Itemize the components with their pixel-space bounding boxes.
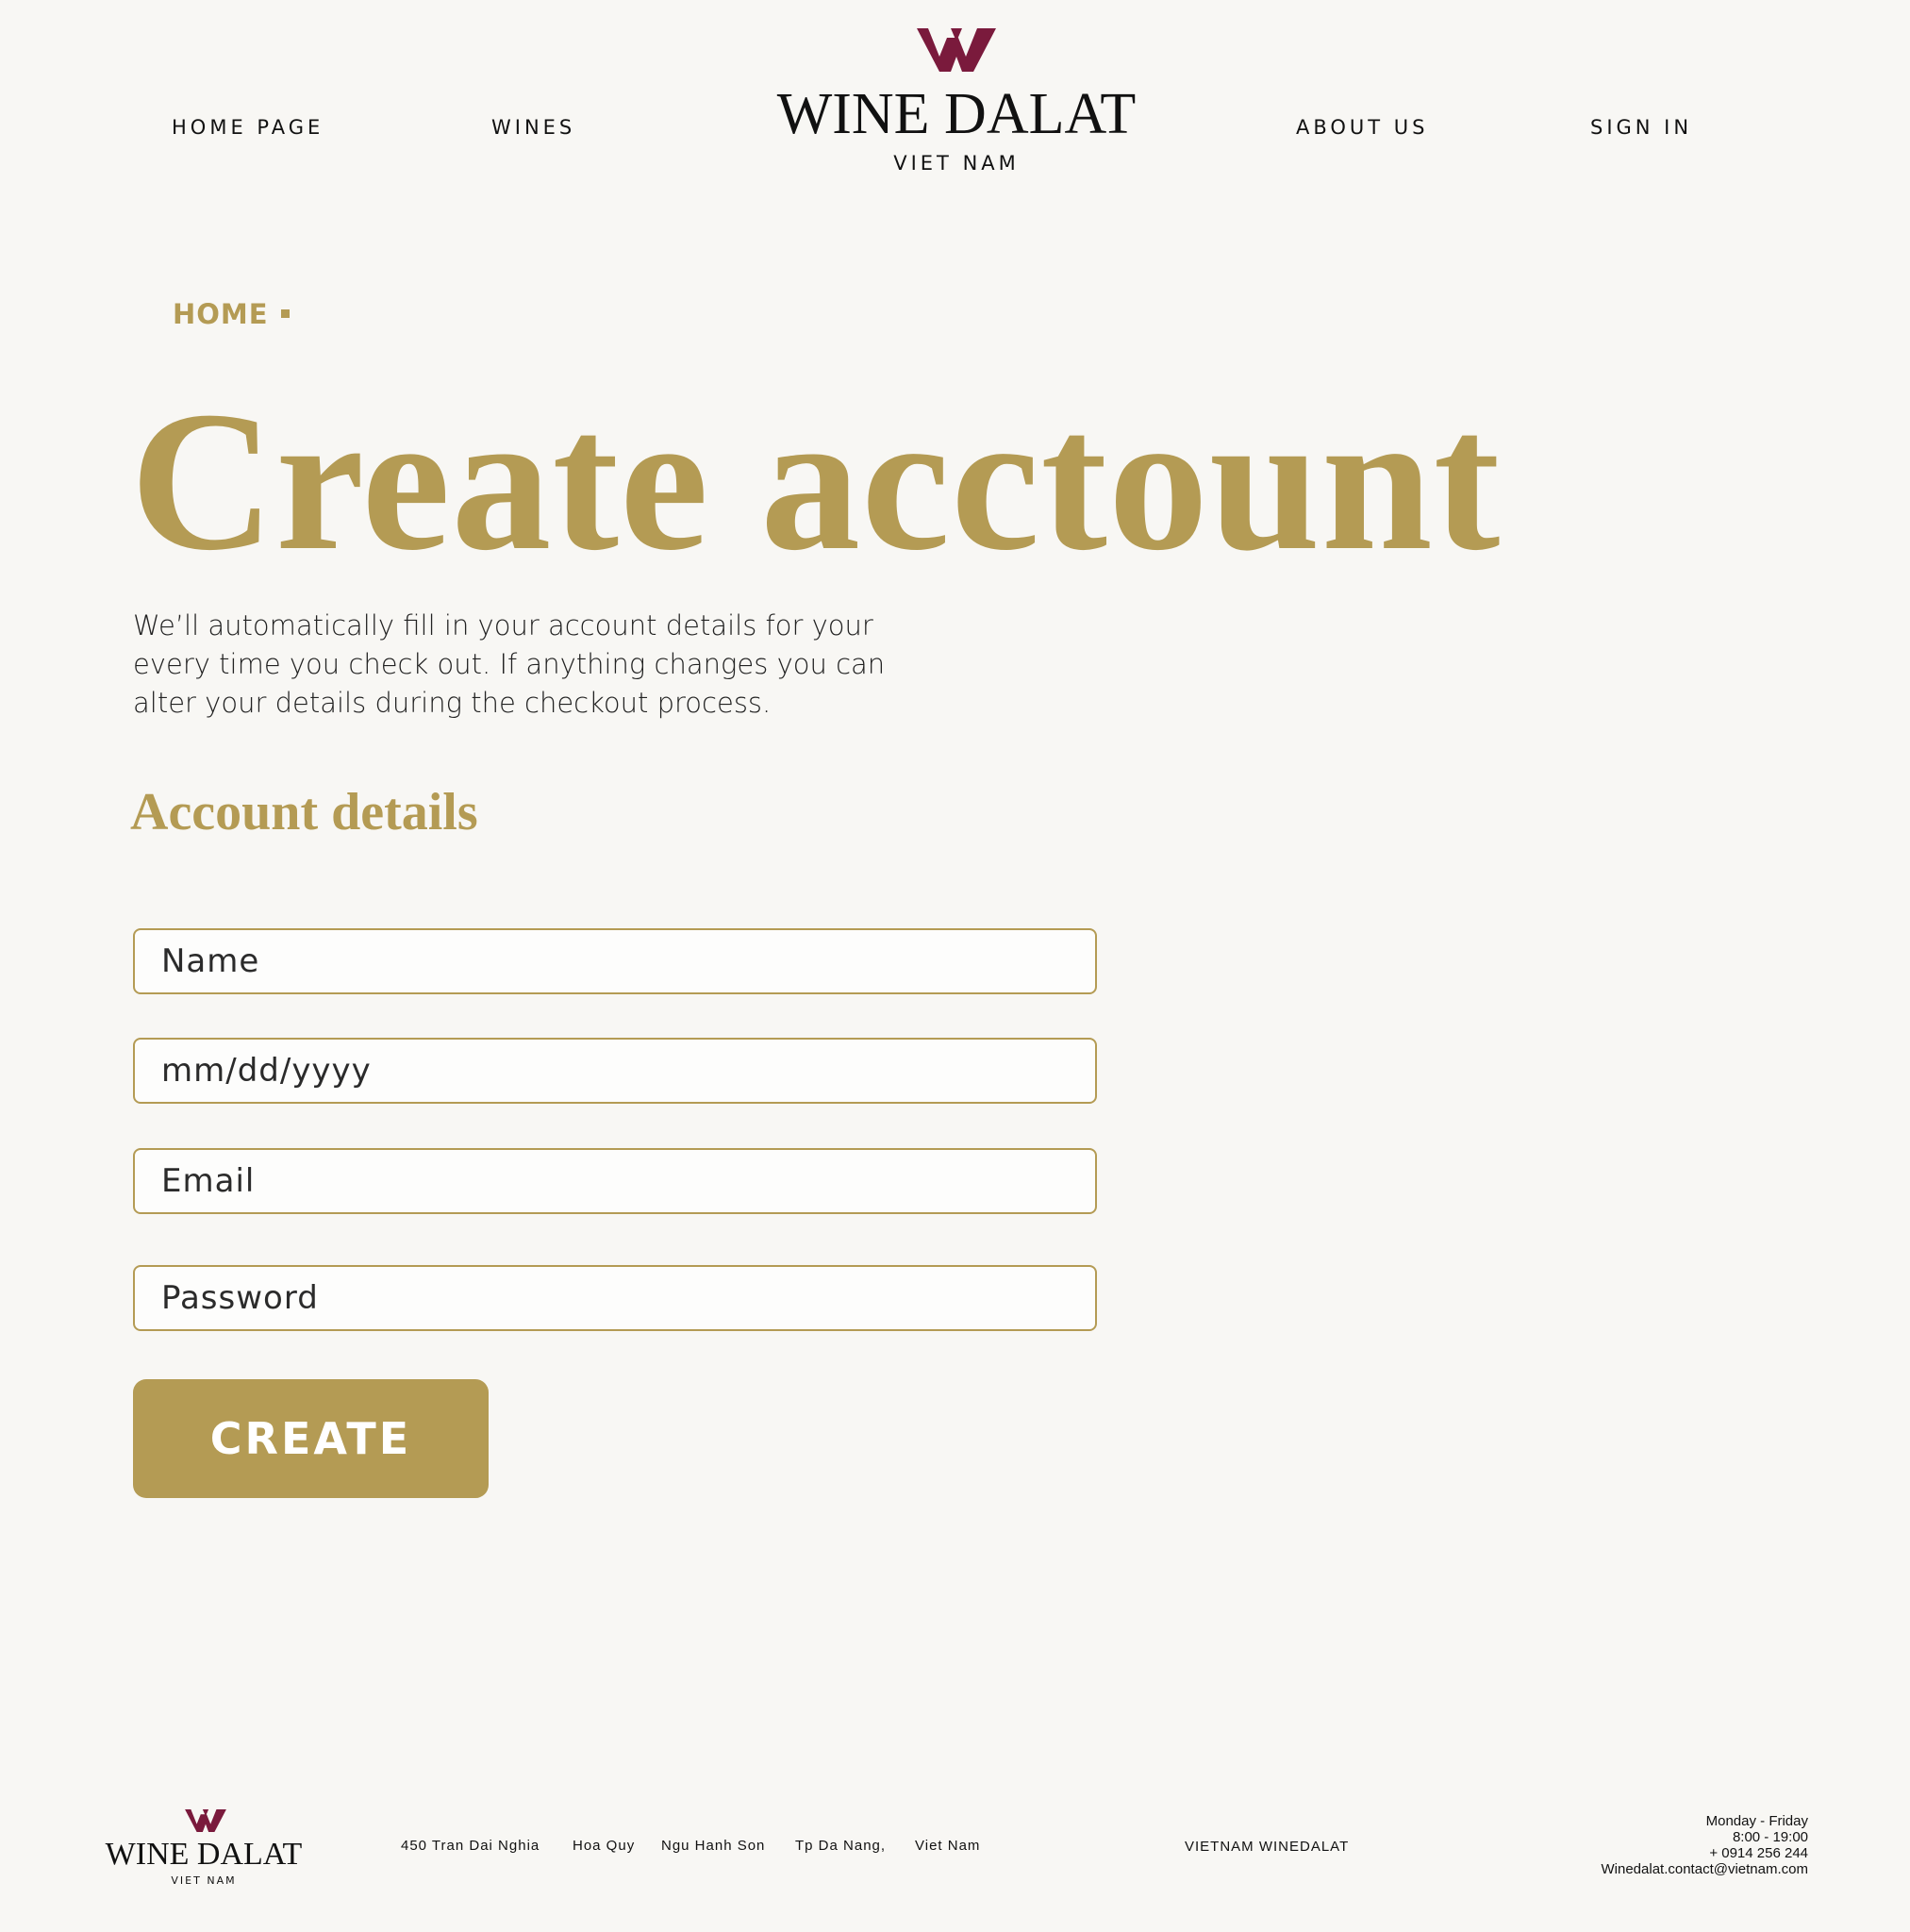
footer-brand-mark-icon [185, 1809, 226, 1832]
footer-address-ward: Hoa Quy [573, 1838, 636, 1854]
breadcrumb-home[interactable]: HOME [173, 297, 269, 331]
footer-contact: Monday - Friday 8:00 - 19:00 + 0914 256 … [1602, 1813, 1809, 1877]
brand-name: WINE DALAT [776, 82, 1137, 146]
brand-subtitle: VIET NAM [893, 152, 1020, 175]
section-title: Account details [130, 783, 478, 841]
nav-about-us[interactable]: ABOUT US [1296, 115, 1429, 140]
nav-home-page[interactable]: HOME PAGE [172, 115, 324, 140]
footer-hours-days: Monday - Friday [1705, 1813, 1808, 1829]
footer-email[interactable]: Winedalat.contact@vietnam.com [1602, 1861, 1809, 1877]
footer-brand-subtitle: VIET NAM [171, 1874, 237, 1887]
create-button[interactable]: CREATE [133, 1379, 489, 1498]
email-field[interactable] [133, 1148, 1097, 1214]
footer-address-country: Viet Nam [915, 1838, 981, 1854]
breadcrumb-separator [281, 309, 290, 318]
footer-phone[interactable]: + 0914 256 244 [1602, 1845, 1808, 1861]
footer-address-district: Ngu Hanh Son [661, 1838, 766, 1854]
intro-text: We’ll automatically fill in your account… [133, 609, 886, 719]
date-of-birth-field[interactable] [133, 1038, 1097, 1104]
footer-company: VIETNAM WINEDALAT [1185, 1839, 1350, 1855]
brand-mark-icon [917, 28, 996, 72]
footer-hours-time: 8:00 - 19:00 [1732, 1829, 1808, 1845]
footer-brand-name: WINE DALAT [105, 1837, 303, 1872]
nav-sign-in[interactable]: SIGN IN [1590, 115, 1692, 140]
password-field[interactable] [133, 1265, 1097, 1331]
footer-address-street: 450 Tran Dai Nghia [401, 1838, 540, 1854]
name-field[interactable] [133, 928, 1097, 994]
page-title: Create acctount [130, 370, 1502, 591]
footer-address-city: Tp Da Nang, [795, 1838, 887, 1854]
nav-wines[interactable]: WINES [491, 115, 575, 140]
